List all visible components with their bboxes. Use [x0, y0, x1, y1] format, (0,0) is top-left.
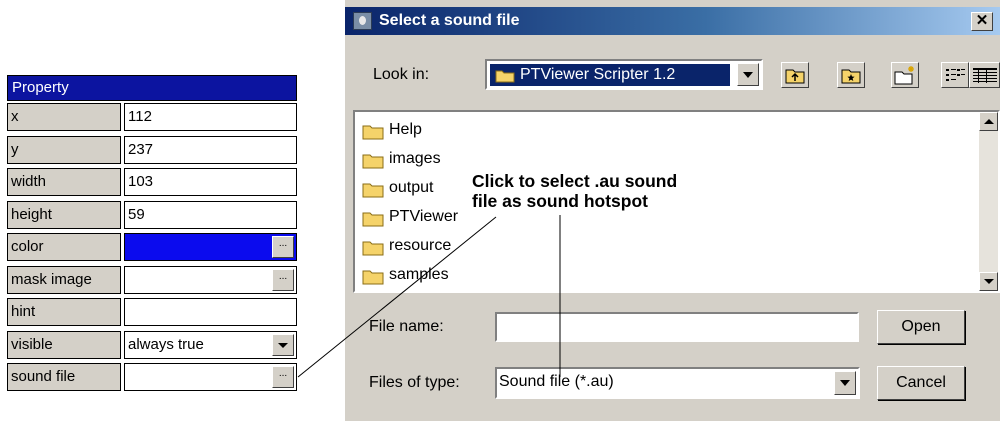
leader-line-to-property [297, 216, 497, 378]
annotation-text: Click to select .au sound file as sound … [472, 171, 678, 211]
